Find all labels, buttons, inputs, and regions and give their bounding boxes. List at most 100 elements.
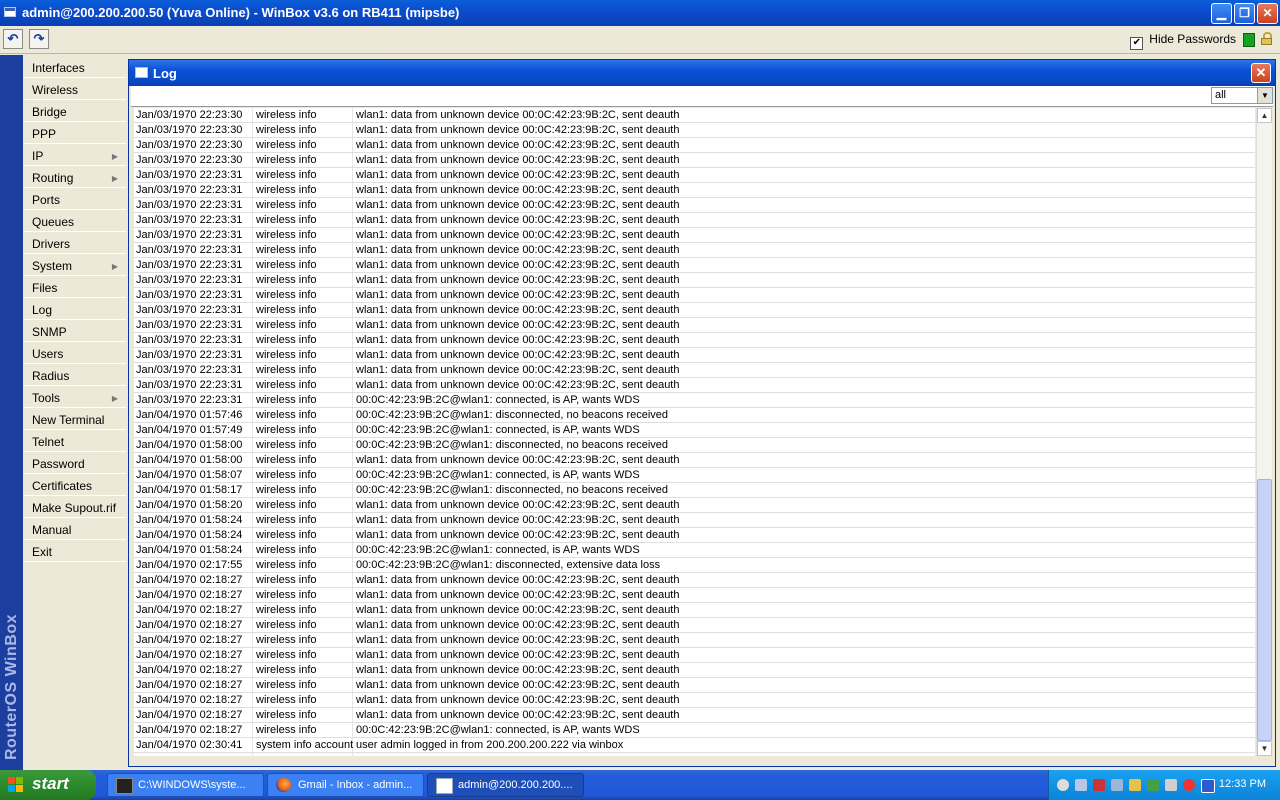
log-close-button[interactable]: ✕	[1251, 63, 1271, 83]
hide-passwords-toggle[interactable]: ✔ Hide Passwords	[1130, 32, 1236, 50]
log-topic-cell: wireless info	[256, 169, 317, 181]
log-row[interactable]: Jan/04/1970 02:18:27 wireless info wlan1: …	[134, 633, 1255, 648]
security-icon[interactable]	[1111, 779, 1123, 791]
antivirus-icon[interactable]	[1183, 779, 1195, 791]
taskbar-button-gmail[interactable]: Gmail - Inbox - admin...	[267, 773, 424, 797]
taskbar-button-winbox[interactable]: admin@200.200.200....	[427, 773, 584, 797]
log-window-title-bar[interactable]: Log ✕	[129, 60, 1275, 86]
title-bar[interactable]: admin@200.200.200.50 (Yuva Online) - Win…	[0, 0, 1280, 26]
log-row[interactable]: Jan/03/1970 22:23:30 wireless info wlan1: …	[134, 108, 1255, 123]
log-row[interactable]: Jan/04/1970 01:58:07 wireless info 00:0C:4…	[134, 468, 1255, 483]
log-row[interactable]: Jan/04/1970 01:57:49 wireless info 00:0C:4…	[134, 423, 1255, 438]
log-row[interactable]: Jan/04/1970 02:18:27 wireless info wlan1: …	[134, 648, 1255, 663]
network-icon[interactable]	[1075, 779, 1087, 791]
messenger-icon[interactable]	[1057, 779, 1069, 791]
log-row[interactable]: Jan/04/1970 02:18:27 wireless info wlan1: …	[134, 573, 1255, 588]
log-row[interactable]: Jan/03/1970 22:23:31 wireless info wlan1: …	[134, 213, 1255, 228]
minimize-button[interactable]: ▁	[1211, 3, 1232, 24]
display-icon[interactable]	[1201, 779, 1215, 793]
log-row[interactable]: Jan/04/1970 02:18:27 wireless info wlan1: …	[134, 663, 1255, 678]
sidebar-item-wireless[interactable]: Wireless	[24, 79, 126, 100]
log-row[interactable]: Jan/04/1970 01:58:24 wireless info wlan1: …	[134, 513, 1255, 528]
sidebar-item-bridge[interactable]: Bridge	[24, 101, 126, 122]
sidebar-item-ppp[interactable]: PPP	[24, 123, 126, 144]
log-row[interactable]: Jan/03/1970 22:23:31 wireless info wlan1: …	[134, 273, 1255, 288]
log-scrollbar[interactable]: ▲ ▼	[1256, 108, 1272, 756]
log-row[interactable]: Jan/04/1970 01:58:00 wireless info 00:0C:4…	[134, 438, 1255, 453]
log-row[interactable]: Jan/04/1970 01:58:17 wireless info 00:0C:4…	[134, 483, 1255, 498]
log-row[interactable]: Jan/03/1970 22:23:31 wireless info wlan1: …	[134, 363, 1255, 378]
log-row[interactable]: Jan/04/1970 02:18:27 wireless info wlan1: …	[134, 603, 1255, 618]
scroll-thumb[interactable]	[1257, 479, 1272, 741]
sidebar-item-ip[interactable]: IP ▶	[24, 145, 126, 166]
log-table: Jan/03/1970 22:23:30 wireless info wlan1: …	[134, 108, 1255, 756]
log-row[interactable]: Jan/04/1970 02:18:27 wireless info wlan1: …	[134, 588, 1255, 603]
network-disconnected-icon[interactable]	[1093, 779, 1105, 791]
log-row[interactable]: Jan/03/1970 22:23:31 wireless info wlan1: …	[134, 348, 1255, 363]
log-filter-select[interactable]: all ▼	[1211, 87, 1273, 104]
log-topic-cell: wireless info	[256, 214, 317, 226]
log-row[interactable]: Jan/04/1970 01:57:46 wireless info 00:0C:4…	[134, 408, 1255, 423]
sidebar-item-new-terminal[interactable]: New Terminal	[24, 409, 126, 430]
log-row[interactable]: Jan/04/1970 01:58:20 wireless info wlan1: …	[134, 498, 1255, 513]
sidebar-item-users[interactable]: Users	[24, 343, 126, 364]
sidebar-item-make-supout-rif[interactable]: Make Supout.rif	[24, 497, 126, 518]
log-row[interactable]: Jan/04/1970 02:17:55 wireless info 00:0C:4…	[134, 558, 1255, 573]
log-row[interactable]: Jan/03/1970 22:23:31 wireless info wlan1: …	[134, 243, 1255, 258]
sidebar-item-snmp[interactable]: SNMP	[24, 321, 126, 342]
volume-icon[interactable]	[1129, 779, 1141, 791]
sidebar-item-telnet[interactable]: Telnet	[24, 431, 126, 452]
log-row[interactable]: Jan/03/1970 22:23:31 wireless info wlan1: …	[134, 183, 1255, 198]
sidebar-item-manual[interactable]: Manual	[24, 519, 126, 540]
log-row[interactable]: Jan/04/1970 02:18:27 wireless info wlan1: …	[134, 618, 1255, 633]
log-row[interactable]: Jan/03/1970 22:23:30 wireless info wlan1: …	[134, 138, 1255, 153]
sidebar-item-routing[interactable]: Routing ▶	[24, 167, 126, 188]
maximize-button[interactable]: ❐	[1234, 3, 1255, 24]
start-button[interactable]: start	[0, 770, 96, 800]
log-row[interactable]: Jan/03/1970 22:23:31 wireless info wlan1: …	[134, 258, 1255, 273]
sidebar-item-certificates[interactable]: Certificates	[24, 475, 126, 496]
sidebar-item-system[interactable]: System ▶	[24, 255, 126, 276]
hide-passwords-checkbox[interactable]: ✔	[1130, 37, 1144, 50]
log-row[interactable]: Jan/04/1970 02:18:27 wireless info wlan1: …	[134, 678, 1255, 693]
chevron-down-icon[interactable]: ▼	[1257, 88, 1272, 103]
scroll-up-button[interactable]: ▲	[1257, 108, 1272, 123]
log-row[interactable]: Jan/03/1970 22:23:31 wireless info wlan1: …	[134, 378, 1255, 393]
sidebar-item-exit[interactable]: Exit	[24, 541, 126, 562]
sidebar-item-radius[interactable]: Radius	[24, 365, 126, 386]
clock[interactable]: 12:33 PM	[1219, 778, 1266, 790]
log-row[interactable]: Jan/04/1970 02:18:27 wireless info wlan1: …	[134, 708, 1255, 723]
sidebar-item-tools[interactable]: Tools ▶	[24, 387, 126, 408]
log-row[interactable]: Jan/04/1970 02:30:41 system info account u…	[134, 738, 1255, 753]
close-button[interactable]: ✕	[1257, 3, 1278, 24]
log-row[interactable]: Jan/04/1970 01:58:24 wireless info 00:0C:4…	[134, 543, 1255, 558]
log-row[interactable]: Jan/03/1970 22:23:31 wireless info wlan1: …	[134, 333, 1255, 348]
taskbar-button-cmd[interactable]: C:\WINDOWS\syste...	[107, 773, 264, 797]
log-row[interactable]: Jan/04/1970 01:58:24 wireless info wlan1: …	[134, 528, 1255, 543]
sidebar-item-interfaces[interactable]: Interfaces	[24, 57, 126, 78]
log-row[interactable]: Jan/03/1970 22:23:31 wireless info wlan1: …	[134, 168, 1255, 183]
scroll-down-button[interactable]: ▼	[1257, 741, 1272, 756]
log-message-cell: wlan1: data from unknown device 00:0C:42…	[356, 589, 680, 601]
log-row[interactable]: Jan/04/1970 02:18:27 wireless info 00:0C:4…	[134, 723, 1255, 738]
log-row[interactable]: Jan/03/1970 22:23:31 wireless info wlan1: …	[134, 303, 1255, 318]
log-row[interactable]: Jan/03/1970 22:23:30 wireless info wlan1: …	[134, 123, 1255, 138]
log-row[interactable]: Jan/03/1970 22:23:31 wireless info wlan1: …	[134, 228, 1255, 243]
sidebar-item-files[interactable]: Files	[24, 277, 126, 298]
log-row[interactable]: Jan/03/1970 22:23:30 wireless info wlan1: …	[134, 153, 1255, 168]
sidebar-item-log[interactable]: Log	[24, 299, 126, 320]
update-icon[interactable]	[1147, 779, 1159, 791]
sidebar-item-drivers[interactable]: Drivers	[24, 233, 126, 254]
sidebar-item-password[interactable]: Password	[24, 453, 126, 474]
redo-button[interactable]: ↷	[29, 29, 49, 49]
sidebar-item-queues[interactable]: Queues	[24, 211, 126, 232]
usb-icon[interactable]	[1165, 779, 1177, 791]
log-row[interactable]: Jan/03/1970 22:23:31 wireless info 00:0C:4…	[134, 393, 1255, 408]
log-row[interactable]: Jan/03/1970 22:23:31 wireless info wlan1: …	[134, 198, 1255, 213]
log-row[interactable]: Jan/04/1970 01:58:00 wireless info wlan1: …	[134, 453, 1255, 468]
log-row[interactable]: Jan/04/1970 02:18:27 wireless info wlan1: …	[134, 693, 1255, 708]
undo-button[interactable]: ↶	[3, 29, 23, 49]
log-row[interactable]: Jan/03/1970 22:23:31 wireless info wlan1: …	[134, 288, 1255, 303]
sidebar-item-ports[interactable]: Ports	[24, 189, 126, 210]
log-row[interactable]: Jan/03/1970 22:23:31 wireless info wlan1: …	[134, 318, 1255, 333]
